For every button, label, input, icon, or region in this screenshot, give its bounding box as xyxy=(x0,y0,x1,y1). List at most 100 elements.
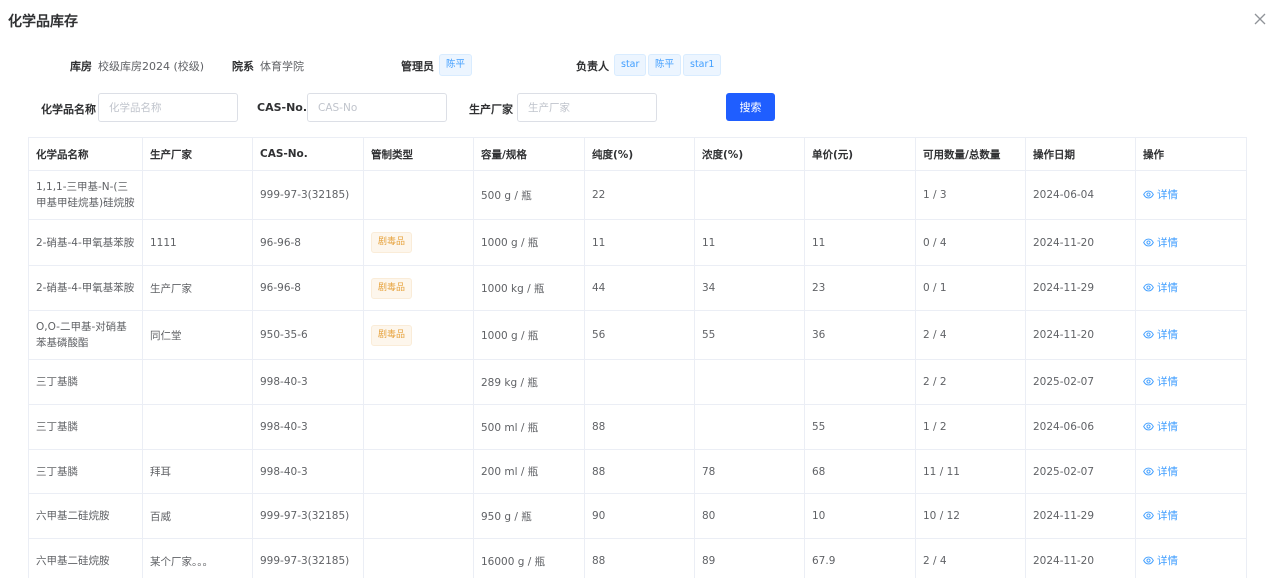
control-type-tag: 剧毒品 xyxy=(371,232,413,253)
search-button[interactable]: 搜索 xyxy=(726,93,775,121)
quantity-cell: 1 / 2 xyxy=(915,404,1026,450)
owner-tag: 陈平 xyxy=(648,54,682,76)
detail-link[interactable]: 详情 xyxy=(1143,553,1178,568)
cas-cell: 998-40-3 xyxy=(252,449,364,494)
purity-cell: 88 xyxy=(584,404,695,450)
date-cell: 2024-11-20 xyxy=(1025,538,1136,578)
maker-cell: 百威 xyxy=(142,493,253,539)
quantity-cell: 0 / 1 xyxy=(915,265,1026,311)
cas-search-label: CAS-No. xyxy=(257,101,308,114)
department-value: 体育学院 xyxy=(260,60,304,73)
detail-link[interactable]: 详情 xyxy=(1143,464,1178,479)
control-type-cell xyxy=(363,538,474,578)
price-cell: 68 xyxy=(804,449,916,494)
control-type-cell xyxy=(363,493,474,539)
concentration-cell: 34 xyxy=(694,265,805,311)
table-row: 三丁基膦 998-40-3 500 ml / 瓶 88 55 1 / 2 2024-06-0… xyxy=(28,404,1247,450)
owner-tag: star xyxy=(614,54,647,76)
eye-icon xyxy=(1143,377,1154,386)
maker-cell xyxy=(142,404,253,450)
detail-link[interactable]: 详情 xyxy=(1143,235,1178,250)
chemical-name-cell: O,O-二甲基-对硝基苯基磷酸酯 xyxy=(28,310,143,360)
cas-cell: 999-97-3(32185) xyxy=(252,493,364,539)
date-cell: 2024-06-04 xyxy=(1025,170,1136,220)
name-search-input[interactable] xyxy=(98,93,238,122)
detail-link[interactable]: 详情 xyxy=(1143,280,1178,295)
spec-cell: 289 kg / 瓶 xyxy=(473,359,585,405)
eye-icon xyxy=(1143,190,1154,199)
concentration-cell: 78 xyxy=(694,449,805,494)
table-row: O,O-二甲基-对硝基苯基磷酸酯 同仁堂 950-35-6 剧毒品 1000 g / 瓶… xyxy=(28,310,1247,360)
detail-link[interactable]: 详情 xyxy=(1143,327,1178,342)
detail-link[interactable]: 详情 xyxy=(1143,419,1178,434)
owner-tag: star1 xyxy=(683,54,722,76)
detail-label: 详情 xyxy=(1157,376,1178,388)
spec-cell: 950 g / 瓶 xyxy=(473,493,585,539)
warehouse-info: 库房 校级库房2024 (校级) 院系 体育学院 管理员 陈平 负责人 star… xyxy=(0,54,1280,76)
detail-label: 详情 xyxy=(1157,329,1178,341)
spec-cell: 1000 kg / 瓶 xyxy=(473,265,585,311)
control-type-cell xyxy=(363,359,474,405)
concentration-cell xyxy=(694,170,805,220)
date-cell: 2024-06-06 xyxy=(1025,404,1136,450)
maker-cell: 1111 xyxy=(142,219,253,266)
eye-icon xyxy=(1143,511,1154,520)
chemical-name-cell: 三丁基膦 xyxy=(28,359,143,405)
column-header: 管制类型 xyxy=(363,137,474,171)
actions-cell: 详情 xyxy=(1135,493,1247,539)
column-header: 操作 xyxy=(1135,137,1247,171)
detail-link[interactable]: 详情 xyxy=(1143,508,1178,523)
name-search-label: 化学品名称 xyxy=(41,103,96,116)
eye-icon xyxy=(1143,283,1154,292)
close-icon[interactable] xyxy=(1252,11,1268,27)
detail-link[interactable]: 详情 xyxy=(1143,374,1178,389)
chemical-name-cell: 2-硝基-4-甲氧基苯胺 xyxy=(28,265,143,311)
warehouse-label: 库房 xyxy=(70,60,92,73)
maker-cell xyxy=(142,170,253,220)
control-type-cell: 剧毒品 xyxy=(363,219,474,266)
purity-cell: 88 xyxy=(584,449,695,494)
detail-label: 详情 xyxy=(1157,236,1178,249)
maker-search-input[interactable] xyxy=(517,93,657,122)
concentration-cell: 55 xyxy=(694,310,805,360)
chemical-name-cell: 1,1,1-三甲基-N-(三甲基甲硅烷基)硅烷胺 xyxy=(28,170,143,220)
column-header: 容量/规格 xyxy=(473,137,585,171)
actions-cell: 详情 xyxy=(1135,538,1247,578)
control-type-cell xyxy=(363,170,474,220)
spec-cell: 1000 g / 瓶 xyxy=(473,219,585,266)
concentration-cell: 11 xyxy=(694,219,805,266)
cas-search-input[interactable] xyxy=(307,93,447,122)
actions-cell: 详情 xyxy=(1135,359,1247,405)
actions-cell: 详情 xyxy=(1135,404,1247,450)
maker-cell: 某个厂家。。。 xyxy=(142,538,253,578)
date-cell: 2025-02-07 xyxy=(1025,359,1136,405)
concentration-cell: 89 xyxy=(694,538,805,578)
spec-cell: 500 g / 瓶 xyxy=(473,170,585,220)
table-row: 三丁基膦 998-40-3 289 kg / 瓶 2 / 2 2025-02-07 详情 xyxy=(28,359,1247,405)
table-row: 2-硝基-4-甲氧基苯胺 1111 96-96-8 剧毒品 1000 g / 瓶 11 11… xyxy=(28,219,1247,266)
control-type-cell xyxy=(363,449,474,494)
control-type-cell xyxy=(363,404,474,450)
price-cell: 36 xyxy=(804,310,916,360)
date-cell: 2025-02-07 xyxy=(1025,449,1136,494)
admin-label: 管理员 xyxy=(401,60,434,73)
concentration-cell: 80 xyxy=(694,493,805,539)
search-form: 化学品名称 CAS-No. 生产厂家 搜索 xyxy=(0,93,1280,123)
maker-search-label: 生产厂家 xyxy=(469,103,513,116)
date-cell: 2024-11-20 xyxy=(1025,310,1136,360)
detail-link[interactable]: 详情 xyxy=(1143,187,1178,202)
maker-cell xyxy=(142,359,253,405)
eye-icon xyxy=(1143,422,1154,431)
price-cell: 23 xyxy=(804,265,916,311)
cas-cell: 999-97-3(32185) xyxy=(252,170,364,220)
date-cell: 2024-11-29 xyxy=(1025,265,1136,311)
concentration-cell xyxy=(694,359,805,405)
maker-cell: 拜耳 xyxy=(142,449,253,494)
quantity-cell: 11 / 11 xyxy=(915,449,1026,494)
quantity-cell: 10 / 12 xyxy=(915,493,1026,539)
purity-cell: 44 xyxy=(584,265,695,311)
cas-cell: 950-35-6 xyxy=(252,310,364,360)
purity-cell: 90 xyxy=(584,493,695,539)
quantity-cell: 2 / 4 xyxy=(915,310,1026,360)
detail-label: 详情 xyxy=(1157,555,1178,567)
